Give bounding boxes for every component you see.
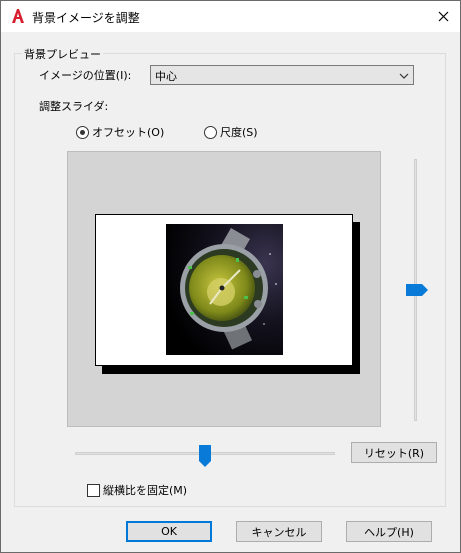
chevron-down-icon (399, 73, 409, 79)
radio-offset-label: オフセット(O) (92, 126, 165, 139)
aspect-lock-label: 縦横比を固定(M) (103, 484, 188, 497)
radio-scale-label: 尺度(S) (220, 126, 258, 139)
adjust-slider-label: 調整スライダ: (39, 100, 109, 113)
radio-scale[interactable]: 尺度(S) (204, 124, 258, 140)
help-button-label: ヘルプ(H) (364, 525, 414, 539)
reset-button[interactable]: リセット(R) (351, 442, 437, 463)
window-title: 背景イメージを調整 (32, 11, 140, 25)
aspect-lock-checkbox[interactable]: 縦横比を固定(M) (87, 482, 187, 498)
close-button[interactable] (431, 6, 455, 26)
ok-button[interactable]: OK (126, 521, 212, 542)
radio-offset-indicator[interactable] (76, 125, 89, 139)
image-position-value: 中心 (155, 70, 177, 83)
vertical-slider-thumb[interactable] (406, 284, 428, 296)
close-icon (438, 11, 448, 21)
horizontal-slider-thumb[interactable] (199, 445, 211, 467)
image-position-label: イメージの位置(I): (39, 69, 132, 82)
radio-offset[interactable]: オフセット(O) (76, 124, 164, 140)
image-position-select[interactable]: 中心 (150, 65, 414, 85)
cancel-button-label: キャンセル (251, 525, 307, 539)
group-legend: 背景プレビュー (22, 46, 103, 62)
help-button[interactable]: ヘルプ(H) (346, 521, 432, 542)
cancel-button[interactable]: キャンセル (236, 521, 322, 542)
radio-scale-indicator[interactable] (204, 125, 217, 139)
title-bar: 背景イメージを調整 (1, 1, 460, 32)
dialog-window: 背景イメージを調整 背景プレビュー イメージの位置(I): 中心 調整スライダ:… (0, 0, 461, 553)
background-image-thumbnail (166, 224, 283, 355)
autocad-logo-icon (12, 9, 24, 23)
reset-button-label: リセット(R) (363, 446, 425, 460)
ok-button-label: OK (161, 525, 177, 538)
aspect-lock-box[interactable] (87, 483, 100, 497)
